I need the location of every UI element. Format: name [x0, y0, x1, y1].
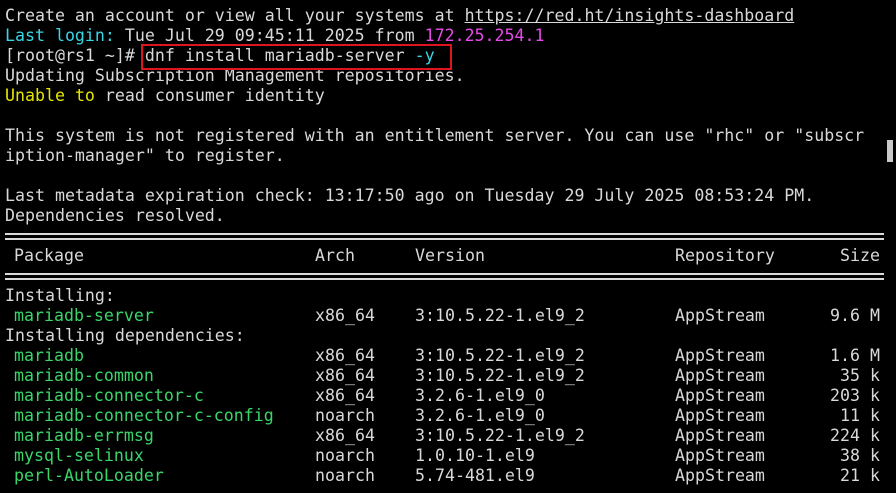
package-repo: AppStream [675, 466, 765, 485]
package-version: 5.74-481.el9 [415, 466, 535, 485]
package-size: 9.6 M [830, 306, 880, 325]
package-arch: noarch [315, 466, 375, 485]
package-arch: x86_64 [315, 386, 375, 405]
terminal-line-updating: Updating Subscription Management reposit… [5, 66, 465, 85]
terminal-line-last-login: Last login: Tue Jul 29 09:45:11 2025 fro… [5, 26, 880, 46]
package-size: 1.6 M [830, 346, 880, 365]
header-version: Version [415, 246, 485, 265]
last-login-ip: 172.25.254.1 [424, 26, 545, 45]
table-row: mariadb-server x86_64 3:10.5.22-1.el9_2 … [5, 306, 880, 326]
separator-rule [5, 233, 888, 240]
terminal-line-unable: Unable to read consumer identity [5, 86, 880, 106]
package-repo: AppStream [675, 426, 765, 445]
terminal-output: Create an account or view all your syste… [5, 6, 888, 486]
insights-link[interactable]: https://red.ht/insights-dashboard [465, 6, 795, 25]
table-row: mysql-selinux noarch 1.0.10-1.el9 AppStr… [5, 446, 880, 466]
package-size: 11 k [840, 406, 880, 425]
package-repo: AppStream [675, 366, 765, 385]
command-text: dnf install mariadb-server [144, 46, 415, 65]
package-arch: x86_64 [315, 426, 375, 445]
package-size: 35 k [840, 366, 880, 385]
unable-word: Unable [5, 86, 65, 105]
package-arch: noarch [315, 446, 375, 465]
package-repo: AppStream [675, 386, 765, 405]
package-name: mariadb-connector-c [14, 386, 204, 405]
table-separator [5, 266, 888, 286]
terminal-line-deps-resolved: Dependencies resolved. [5, 206, 225, 225]
deps-label: Installing dependencies: [5, 326, 245, 345]
insights-text: Create an account or view all your syste… [5, 6, 465, 25]
package-version: 3:10.5.22-1.el9_2 [415, 426, 585, 445]
terminal-window[interactable]: Create an account or view all your syste… [0, 0, 896, 493]
table-row: mariadb x86_64 3:10.5.22-1.el9_2 AppStre… [5, 346, 880, 366]
package-arch: x86_64 [315, 346, 375, 365]
package-name: mariadb-server [14, 306, 154, 325]
package-version: 3:10.5.22-1.el9_2 [415, 366, 585, 385]
package-version: 3.2.6-1.el9_0 [415, 386, 545, 405]
package-arch: x86_64 [315, 306, 375, 325]
table-row: perl-AutoLoader noarch 5.74-481.el9 AppS… [5, 466, 880, 486]
package-name: mariadb [14, 346, 84, 365]
header-size: Size [840, 246, 880, 265]
package-repo: AppStream [675, 346, 765, 365]
package-name: perl-AutoLoader [14, 466, 164, 485]
package-name: mariadb-connector-c-config [14, 406, 274, 425]
package-version: 1.0.10-1.el9 [415, 446, 535, 465]
shell-prompt: [root@rs1 ~]# [5, 46, 145, 65]
vertical-scrollbar[interactable] [884, 0, 896, 493]
table-row: mariadb-connector-c-config noarch 3.2.6-… [5, 406, 880, 426]
package-arch: noarch [315, 406, 375, 425]
package-repo: AppStream [675, 446, 765, 465]
header-repository: Repository [675, 246, 775, 265]
table-row: mariadb-connector-c x86_64 3.2.6-1.el9_0… [5, 386, 880, 406]
separator-rule [5, 273, 888, 280]
to-word: to [64, 86, 95, 105]
table-header-row: Package Arch Version Repository Size [5, 246, 880, 266]
package-version: 3.2.6-1.el9_0 [415, 406, 545, 425]
terminal-line-command: [root@rs1 ~]# dnf install mariadb-server… [5, 46, 880, 66]
package-name: mysql-selinux [14, 446, 144, 465]
package-version: 3:10.5.22-1.el9_2 [415, 346, 585, 365]
terminal-line-register-hint: iption-manager" to register. [5, 146, 285, 165]
scrollbar-thumb[interactable] [887, 140, 893, 162]
package-version: 3:10.5.22-1.el9_2 [415, 306, 585, 325]
package-name: mariadb-errmsg [14, 426, 154, 445]
package-size: 21 k [840, 466, 880, 485]
package-size: 224 k [830, 426, 880, 445]
table-separator [5, 226, 888, 246]
terminal-line-insights: Create an account or view all your syste… [5, 6, 880, 26]
installing-label: Installing: [5, 286, 115, 305]
terminal-line-not-registered: This system is not registered with an en… [5, 126, 865, 145]
header-package: Package [14, 246, 84, 265]
package-size: 203 k [830, 386, 880, 405]
package-size: 38 k [840, 446, 880, 465]
package-repo: AppStream [675, 406, 765, 425]
last-login-text: Tue Jul 29 09:45:11 2025 from [114, 26, 425, 45]
terminal-line-metadata: Last metadata expiration check: 13:17:50… [5, 186, 815, 205]
last-login-label: Last login: [5, 26, 115, 45]
command-flag: -y [414, 46, 435, 65]
package-repo: AppStream [675, 306, 765, 325]
package-name: mariadb-common [14, 366, 154, 385]
table-row: mariadb-errmsg x86_64 3:10.5.22-1.el9_2 … [5, 426, 880, 446]
header-arch: Arch [315, 246, 355, 265]
package-arch: x86_64 [315, 366, 375, 385]
table-row: mariadb-common x86_64 3:10.5.22-1.el9_2 … [5, 366, 880, 386]
unable-rest: read consumer identity [94, 86, 325, 105]
